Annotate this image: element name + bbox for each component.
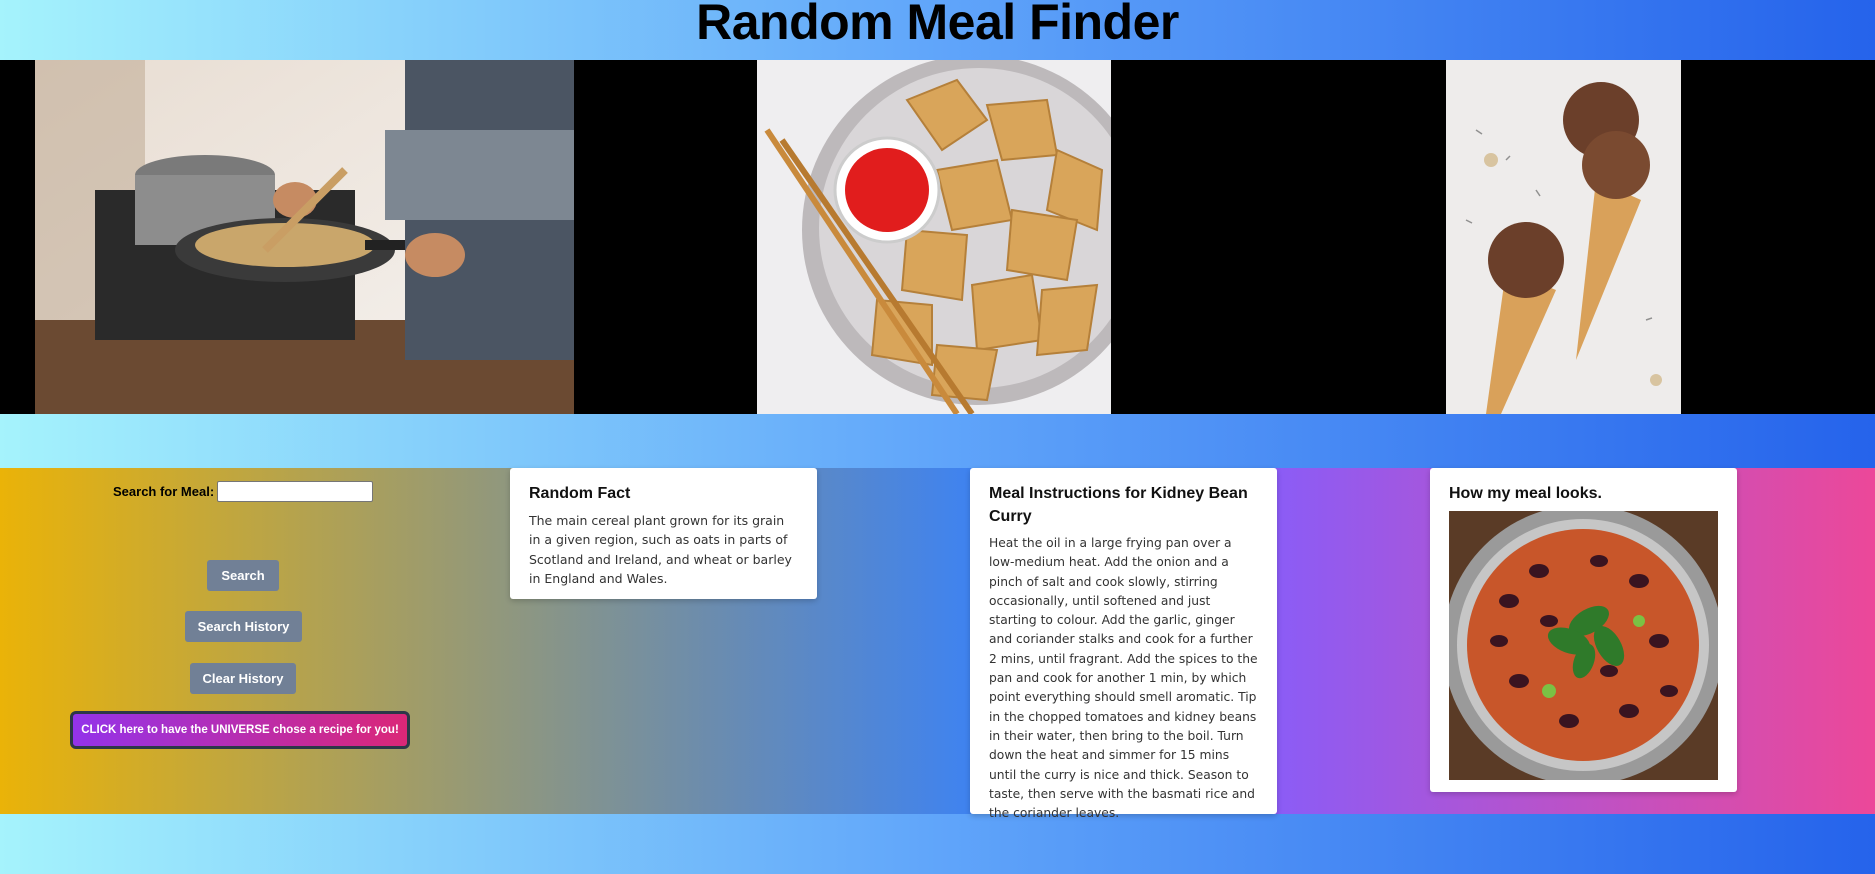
random-fact-title: Random Fact bbox=[529, 485, 631, 502]
clear-history-button[interactable]: Clear History bbox=[190, 663, 296, 694]
meal-image-title: How my meal looks. bbox=[1449, 485, 1602, 502]
meal-photo bbox=[1449, 511, 1718, 780]
search-history-button[interactable]: Search History bbox=[185, 611, 302, 642]
meal-image-card: How my meal looks. bbox=[1430, 468, 1737, 792]
meal-instructions-card: Meal Instructions for Kidney Bean Curry … bbox=[970, 468, 1277, 820]
meal-instructions-title: Meal Instructions for Kidney Bean Curry bbox=[989, 485, 1248, 525]
search-panel: Search for Meal: Search Search History C… bbox=[0, 468, 480, 814]
cooking-photo bbox=[35, 60, 574, 414]
main-section: Search for Meal: Search Search History C… bbox=[0, 468, 1875, 820]
meal-search-input[interactable] bbox=[217, 481, 373, 502]
icecream-photo bbox=[1446, 60, 1681, 414]
search-label: Search for Meal: bbox=[113, 484, 215, 499]
search-button[interactable]: Search bbox=[207, 560, 279, 591]
image-banner bbox=[0, 60, 1875, 414]
random-recipe-button[interactable]: CLICK here to have the UNIVERSE chose a … bbox=[70, 711, 410, 749]
wontons-photo bbox=[757, 60, 1111, 414]
meal-instructions-text: Heat the oil in a large frying pan over … bbox=[989, 536, 1258, 821]
page-title: Random Meal Finder bbox=[696, 0, 1179, 50]
random-fact-card: Random Fact The main cereal plant grown … bbox=[510, 468, 817, 599]
random-fact-text: The main cereal plant grown for its grai… bbox=[529, 513, 792, 586]
